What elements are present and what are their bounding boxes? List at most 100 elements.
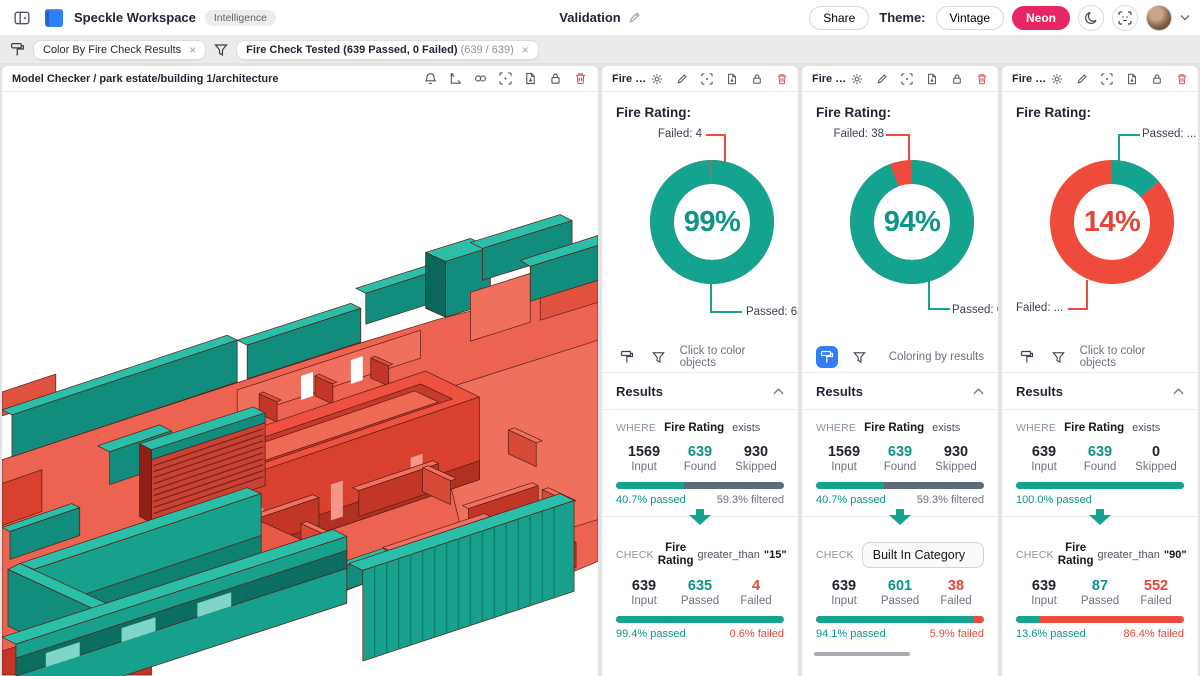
where-progress-bar — [616, 482, 784, 489]
chevron-up-icon[interactable] — [1173, 388, 1184, 395]
where-field: Fire Rating — [864, 422, 924, 434]
trash-icon[interactable] — [974, 71, 990, 87]
dark-mode-toggle[interactable] — [1078, 5, 1104, 31]
paint-roller-icon[interactable] — [1016, 346, 1038, 368]
fire-rating-label: Fire Rating: — [816, 105, 984, 120]
stat-value: 1569 — [816, 444, 872, 460]
gear-icon[interactable] — [1049, 71, 1065, 87]
stat-value: 552 — [1128, 578, 1184, 594]
stat-value: 639 — [616, 578, 672, 594]
lock-icon[interactable] — [547, 71, 563, 87]
where-progress-bar — [1016, 482, 1184, 489]
theme-neon-button[interactable]: Neon — [1012, 6, 1070, 30]
gear-icon[interactable] — [849, 71, 865, 87]
stat-value: 930 — [728, 444, 784, 460]
donut-chart[interactable]: 94% Failed: 38 Passed: 601 — [816, 122, 984, 340]
funnel-icon[interactable] — [848, 346, 870, 368]
pencil-icon[interactable] — [1074, 71, 1090, 87]
workspace-logo[interactable] — [43, 7, 65, 29]
donut-chart[interactable]: 14% Passed: ... Failed: ... — [1016, 122, 1184, 340]
results-section-header[interactable]: Results — [1016, 373, 1184, 409]
stat-label: Failed — [1128, 595, 1184, 607]
stat-label: Skipped — [1128, 461, 1184, 473]
gear-icon[interactable] — [649, 71, 665, 87]
edit-title-icon[interactable] — [628, 11, 641, 24]
file-icon[interactable] — [924, 71, 940, 87]
funnel-icon[interactable] — [214, 43, 228, 57]
focus-icon[interactable] — [1099, 71, 1115, 87]
check-progress-bar — [816, 616, 984, 623]
scan-icon[interactable] — [1112, 5, 1138, 31]
where-operator: exists — [932, 422, 960, 434]
collapse-sidebar-icon[interactable] — [10, 6, 34, 30]
horizontal-scrollbar[interactable] — [814, 652, 910, 656]
stat-value: 601 — [872, 578, 928, 594]
pencil-icon[interactable] — [674, 71, 690, 87]
color-hint-text: Click to color objects — [1080, 345, 1184, 369]
passed-pct: 13.6% passed — [1016, 628, 1086, 640]
passed-connector — [1118, 134, 1140, 136]
theme-label: Theme: — [879, 10, 925, 25]
bell-icon[interactable] — [422, 71, 438, 87]
failed-connector — [706, 134, 726, 136]
measure-icon[interactable] — [447, 71, 463, 87]
file-icon[interactable] — [1124, 71, 1140, 87]
lock-icon[interactable] — [949, 71, 965, 87]
passed-pct: 94.1% passed — [816, 628, 886, 640]
intelligence-badge: Intelligence — [205, 10, 276, 26]
passed-pct: 40.7% passed — [816, 494, 886, 506]
paint-roller-icon[interactable] — [10, 42, 25, 57]
check-panel-2: Fire Check... Fire Rating: 94% Failed: 3… — [802, 66, 998, 676]
stat-label: Input — [816, 595, 872, 607]
funnel-icon[interactable] — [1048, 346, 1070, 368]
donut-chart[interactable]: 99% Failed: 4 Passed: 635 — [616, 122, 784, 340]
stat-value: 38 — [928, 578, 984, 594]
focus-icon[interactable] — [497, 71, 513, 87]
results-section-header[interactable]: Results — [616, 373, 784, 409]
focus-icon[interactable] — [899, 71, 915, 87]
pencil-icon[interactable] — [874, 71, 890, 87]
close-icon[interactable]: × — [189, 44, 196, 56]
funnel-icon[interactable] — [648, 346, 670, 368]
where-operator: exists — [1132, 422, 1160, 434]
paint-roller-icon-active[interactable] — [816, 346, 838, 368]
account-chevron-down-icon[interactable] — [1180, 14, 1190, 21]
close-icon[interactable]: × — [522, 44, 529, 56]
where-progress-bar — [816, 482, 984, 489]
trash-icon[interactable] — [1174, 71, 1190, 87]
fire-check-filter-tab[interactable]: Fire Check Tested (639 Passed, 0 Failed)… — [236, 40, 539, 60]
paint-roller-icon[interactable] — [616, 346, 638, 368]
trash-icon[interactable] — [572, 71, 588, 87]
lock-icon[interactable] — [1149, 71, 1165, 87]
share-button[interactable]: Share — [809, 6, 869, 30]
focus-icon[interactable] — [699, 71, 715, 87]
check-category-select[interactable]: Built In Category — [862, 542, 984, 568]
chevron-up-icon[interactable] — [973, 388, 984, 395]
check-value: "15" — [764, 549, 787, 561]
check-card: CHECK Fire Rating greater_than "15" 639I… — [616, 542, 784, 640]
failed-callout: Failed: 38 — [818, 128, 884, 140]
where-keyword: WHERE — [616, 422, 656, 434]
results-section-header[interactable]: Results — [816, 373, 984, 409]
link-icon[interactable] — [472, 71, 488, 87]
flow-arrow-icon — [687, 509, 713, 525]
panel-title: Fire Check... — [1012, 73, 1049, 85]
chevron-up-icon[interactable] — [773, 388, 784, 395]
color-by-tab[interactable]: Color By Fire Check Results × — [33, 40, 206, 60]
file-icon[interactable] — [522, 71, 538, 87]
stat-value: 639 — [1072, 444, 1128, 460]
model-3d-canvas[interactable] — [2, 92, 598, 676]
where-card: WHERE Fire Rating exists 1569Input 639Fo… — [816, 422, 984, 506]
where-field: Fire Rating — [1064, 422, 1124, 434]
check-field: Fire Rating — [1058, 542, 1094, 568]
file-icon[interactable] — [724, 71, 740, 87]
stat-label: Input — [1016, 595, 1072, 607]
flow-arrow-icon — [1087, 509, 1113, 525]
user-avatar[interactable] — [1146, 5, 1172, 31]
trash-icon[interactable] — [774, 71, 790, 87]
stat-value: 0 — [1128, 444, 1184, 460]
stat-value: 639 — [1016, 578, 1072, 594]
panel-title: Fire Check... — [812, 73, 849, 85]
theme-vintage-button[interactable]: Vintage — [936, 6, 1004, 30]
lock-icon[interactable] — [749, 71, 765, 87]
